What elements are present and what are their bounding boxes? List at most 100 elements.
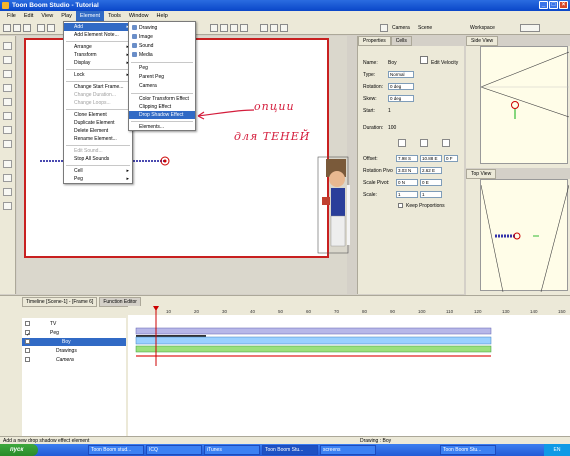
rotation-pivot-y-field[interactable]: 2.62 E [420, 167, 442, 174]
tab-properties[interactable]: Properties [358, 36, 391, 46]
minimize-button[interactable]: _ [539, 1, 548, 9]
paint-tool-icon[interactable] [3, 84, 12, 92]
menu-item-lock[interactable]: Lock▸ [64, 71, 132, 79]
workspace-select[interactable] [520, 24, 540, 32]
sound-icon[interactable] [240, 24, 248, 32]
layer-visibility-checkbox[interactable] [25, 357, 30, 362]
menu-tools[interactable]: Tools [104, 11, 125, 21]
brush-tool-icon[interactable] [3, 56, 12, 64]
zoom-icon[interactable] [260, 24, 268, 32]
layer-visibility-checkbox[interactable] [25, 321, 30, 326]
maximize-button[interactable]: □ [549, 1, 558, 9]
rotate-tool-icon[interactable] [3, 174, 12, 182]
tab-cells[interactable]: Cells [390, 36, 412, 46]
menu-help[interactable]: Help [152, 11, 171, 21]
submenu-item-image[interactable]: Image [129, 33, 195, 41]
menu-edit[interactable]: Edit [20, 11, 37, 21]
scale-tool-icon[interactable] [3, 188, 12, 196]
submenu-item-drop-shadow-effect[interactable]: Drop Shadow Effect [129, 111, 195, 119]
skew-tool-icon[interactable] [3, 202, 12, 210]
submenu-item-elements[interactable]: Elements... [129, 123, 195, 131]
stop-icon[interactable] [220, 24, 228, 32]
type-select[interactable]: Normal [388, 71, 414, 78]
pencil-tool-icon[interactable] [3, 70, 12, 78]
submenu-item-parent-peg[interactable]: Parent Peg [129, 73, 195, 81]
camera-view-icon[interactable] [380, 24, 388, 32]
keep-proportions-checkbox[interactable] [398, 203, 403, 208]
scale-x-field[interactable]: 1 [396, 191, 418, 198]
transform-tool-icon[interactable] [3, 160, 12, 168]
layer-visibility-checkbox[interactable] [25, 348, 30, 353]
redo-icon[interactable] [47, 24, 55, 32]
menu-item-display[interactable]: Display▸ [64, 59, 132, 67]
taskbar-item-active[interactable]: Toon Boom Stu... [262, 445, 318, 455]
submenu-item-peg[interactable]: Peg [129, 64, 195, 72]
offset-z-field[interactable]: 0 F [444, 155, 458, 162]
edit-velocity-icon[interactable] [420, 56, 428, 64]
offset-y-field[interactable]: 10.88 E [420, 155, 442, 162]
camera-dropdown[interactable]: Camera [392, 25, 410, 31]
menu-item-change-start-frame[interactable]: Change Start Frame... [64, 83, 132, 91]
hand-tool-icon[interactable] [3, 140, 12, 148]
taskbar-item[interactable]: Toon Boom stud... [88, 445, 144, 455]
menu-item-add-element-note[interactable]: Add Element Note... [64, 31, 132, 39]
select-tool-icon[interactable] [3, 42, 12, 50]
skew-field[interactable]: 0 deg [388, 95, 414, 102]
new-icon[interactable] [3, 24, 11, 32]
scale-pivot-x-field[interactable]: 0 N [396, 179, 418, 186]
menu-item-arrange[interactable]: Arrange▸ [64, 43, 132, 51]
undo-icon[interactable] [37, 24, 45, 32]
top-view-canvas[interactable] [480, 179, 570, 293]
dropper-tool-icon[interactable] [3, 112, 12, 120]
layer-row-boy[interactable]: Boy [22, 338, 126, 346]
onion-skin-icon[interactable] [280, 24, 288, 32]
tab-top-view[interactable]: Top View [466, 169, 497, 179]
rotation-field[interactable]: 0 deg [388, 83, 414, 90]
submenu-item-drawing[interactable]: Drawing [129, 24, 195, 32]
edit-velocity-label[interactable]: Edit Velocity [431, 60, 458, 66]
boy-character[interactable] [316, 155, 352, 255]
layer-visibility-checkbox[interactable]: ✓ [25, 330, 30, 338]
eraser-tool-icon[interactable] [3, 98, 12, 106]
submenu-item-clipping-effect[interactable]: Clipping Effect [129, 103, 195, 111]
menu-element[interactable]: Element [75, 11, 105, 21]
menu-item-transform[interactable]: Transform▸ [64, 51, 132, 59]
play-icon[interactable] [210, 24, 218, 32]
menu-item-delete-element[interactable]: Delete Element [64, 127, 132, 135]
menu-item-clone-element[interactable]: Clone Element [64, 111, 132, 119]
scale-icon[interactable] [442, 139, 450, 147]
menu-item-rename-element[interactable]: Rename Element... [64, 135, 132, 143]
menu-item-add[interactable]: Add▸ [64, 23, 132, 31]
side-view-canvas[interactable] [480, 46, 570, 164]
menu-item-peg[interactable]: Peg ▸ [64, 175, 132, 183]
offset-x-field[interactable]: 7.98 S [396, 155, 418, 162]
close-button[interactable]: × [559, 1, 568, 9]
submenu-item-media[interactable]: Media [129, 51, 195, 59]
taskbar-item[interactable]: iTunes [204, 445, 260, 455]
zoom-tool-icon[interactable] [3, 126, 12, 134]
move-icon[interactable] [398, 139, 406, 147]
submenu-item-camera[interactable]: Camera [129, 82, 195, 90]
menu-view[interactable]: View [37, 11, 57, 21]
taskbar-item[interactable]: screens [320, 445, 376, 455]
save-icon[interactable] [23, 24, 31, 32]
layer-row-camera[interactable]: Camera [22, 356, 126, 364]
rotation-pivot-x-field[interactable]: 3.03 N [396, 167, 418, 174]
tab-side-view[interactable]: Side View [466, 36, 499, 46]
layer-row-drawings[interactable]: Drawings [22, 347, 126, 355]
menu-item-duplicate-element[interactable]: Duplicate Element [64, 119, 132, 127]
loop-icon[interactable] [230, 24, 238, 32]
submenu-item-sound[interactable]: Sound [129, 42, 195, 50]
menu-window[interactable]: Window [125, 11, 153, 21]
menu-play[interactable]: Play [57, 11, 76, 21]
taskbar-item[interactable]: ICQ [146, 445, 202, 455]
tab-timeline[interactable]: Timeline [Scene-1] - [Frame 6] [22, 297, 98, 307]
menu-file[interactable]: File [3, 11, 20, 21]
layer-row-peg[interactable]: ✓ Peg [22, 329, 126, 338]
timeline-grid[interactable]: 10 20 30 40 50 60 70 80 90 100 110 120 130 140 150 [128, 306, 570, 436]
menu-item-stop-all-sounds[interactable]: Stop All Sounds [64, 155, 132, 163]
start-button[interactable]: пуск [0, 444, 38, 456]
layer-visibility-checkbox[interactable] [25, 339, 30, 344]
taskbar-item[interactable]: Toon Boom Stu... [440, 445, 496, 455]
scale-y-field[interactable]: 1 [420, 191, 442, 198]
